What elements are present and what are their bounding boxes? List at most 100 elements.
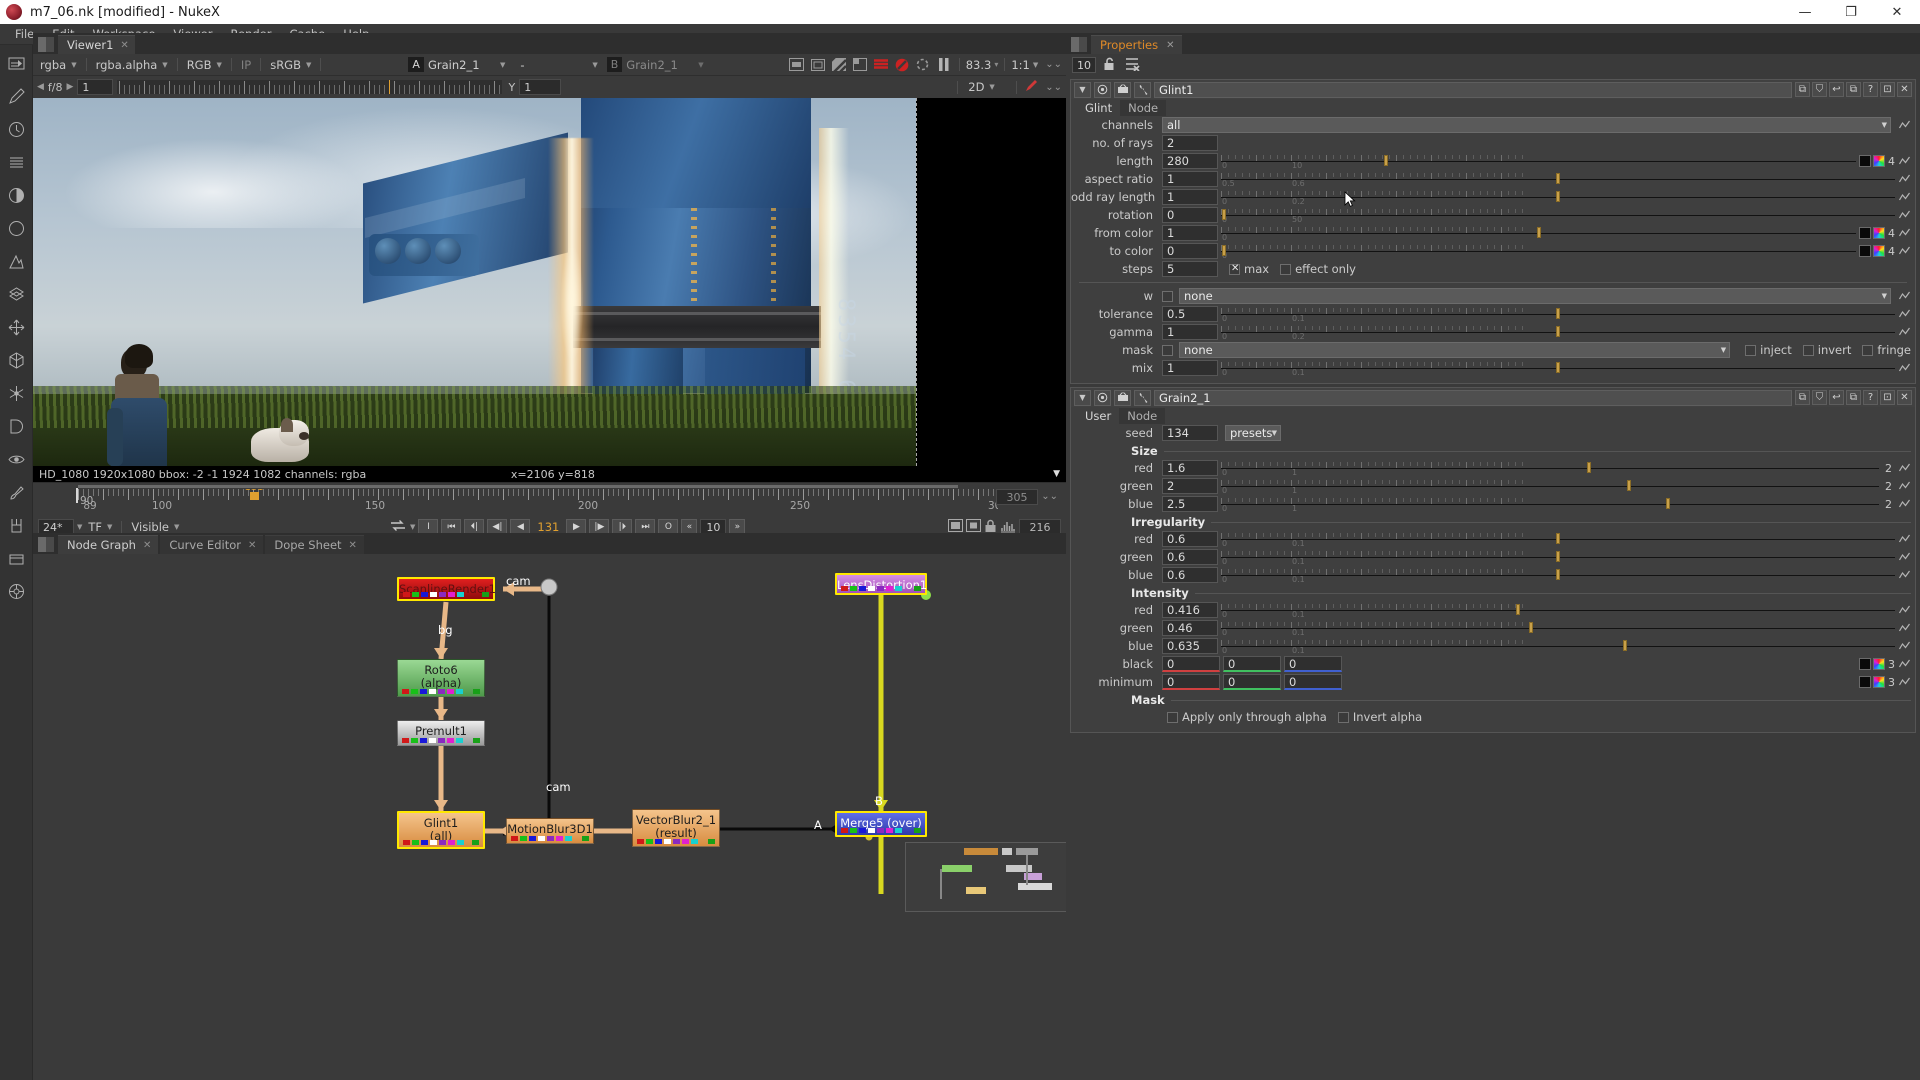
parameter-field[interactable]: 1 (1162, 324, 1218, 340)
bookmark-icon[interactable]: ⛉ (1812, 390, 1827, 405)
checkbox-icon[interactable] (1802, 344, 1814, 356)
keyer-node-icon[interactable] (4, 249, 28, 273)
checkbox-invert-alpha[interactable]: Invert alpha (1337, 710, 1422, 724)
dag-node[interactable]: VectorBlur2_1 (result) (632, 809, 720, 847)
slider-knob[interactable] (1556, 326, 1560, 337)
animation-curve-icon[interactable] (1898, 657, 1911, 671)
ruler-playhead[interactable] (389, 80, 391, 94)
color-wheel-icon[interactable] (1873, 227, 1885, 239)
color-swatch-black[interactable] (1859, 676, 1871, 688)
checkbox-icon[interactable] (1862, 344, 1874, 356)
pixel-aspect[interactable]: 1:1 (1011, 58, 1030, 72)
parameter-slider[interactable]: 0 (1221, 225, 1856, 242)
parameter-slider[interactable]: 050 (1221, 207, 1895, 224)
tab-properties[interactable]: Properties ✕ (1091, 35, 1182, 54)
color-wheel-icon[interactable] (1873, 676, 1885, 688)
bookmark-icon[interactable]: ⛉ (1812, 82, 1827, 97)
parameter-field-channel-0[interactable]: 0 (1162, 674, 1220, 690)
channel-selector[interactable]: rgba ▼ (37, 56, 80, 73)
panel-drag-handle-icon[interactable] (38, 537, 54, 552)
particles-node-icon[interactable] (4, 381, 28, 405)
parameter-field[interactable]: 2 (1162, 135, 1218, 151)
parameter-field[interactable]: 1 (1162, 225, 1218, 241)
animation-curve-icon[interactable] (1898, 621, 1911, 635)
colorspace-selector[interactable]: sRGB ▼ (267, 56, 315, 73)
panel-node-name-field[interactable]: Grain2_1 (1154, 389, 1792, 406)
parameter-slider[interactable]: 0 0.1 (1221, 638, 1895, 655)
fit-view-icon[interactable] (788, 56, 806, 74)
parameter-slider[interactable]: 0 0.1 (1221, 602, 1895, 619)
slider-knob[interactable] (1222, 209, 1227, 220)
tab-curve-editor[interactable]: Curve Editor ✕ (160, 535, 264, 554)
animation-curve-icon[interactable] (1898, 154, 1911, 168)
checkerboard-icon[interactable] (830, 56, 848, 74)
b-input-value[interactable]: Grain2_1 (626, 58, 694, 72)
dag-node[interactable]: Glint1 (all) (397, 811, 485, 849)
plugins-node-icon[interactable] (4, 579, 28, 603)
channel-node-icon[interactable] (4, 150, 28, 174)
animation-curve-icon[interactable] (1898, 550, 1911, 564)
revert-icon[interactable]: ↩ (1829, 390, 1844, 405)
slider-knob[interactable] (1556, 533, 1560, 544)
parameter-field[interactable]: 0.416 (1162, 602, 1218, 618)
viewer-link-icon[interactable] (1094, 389, 1111, 406)
animation-curve-icon[interactable] (1898, 325, 1911, 339)
panel-tab-glint[interactable]: Glint (1077, 100, 1121, 116)
chevron-down-icon[interactable]: ▼ (698, 61, 703, 69)
parameter-field[interactable]: 2.5 (1162, 496, 1218, 512)
seed-field[interactable]: 134 (1162, 425, 1218, 441)
color-wheel-icon[interactable] (1873, 658, 1885, 670)
parameter-field[interactable]: 5 (1162, 261, 1218, 277)
dag-node[interactable]: Roto6 (alpha) (397, 659, 485, 697)
checkbox-icon[interactable] (1745, 344, 1757, 356)
slider-knob[interactable] (1556, 551, 1560, 562)
parameter-field[interactable]: 0.635 (1162, 638, 1218, 654)
parameter-field-channel-0[interactable]: 0 (1162, 656, 1220, 672)
parameter-field-channel-1[interactable]: 0 (1223, 656, 1281, 672)
preview-icon[interactable] (1114, 389, 1131, 406)
max-panels-field[interactable]: 10 (1072, 57, 1096, 73)
parameter-field[interactable]: 1 (1162, 189, 1218, 205)
slider-knob[interactable] (1529, 622, 1534, 633)
checkbox-icon[interactable] (1229, 263, 1240, 275)
close-all-properties-icon[interactable] (1125, 57, 1141, 74)
parameter-slider[interactable]: 0 0.1 (1221, 306, 1895, 323)
dag-node[interactable]: LensDistortion1 (835, 573, 927, 595)
parameter-slider[interactable]: 0 0.1 (1221, 531, 1895, 548)
animation-curve-icon[interactable] (1898, 118, 1911, 132)
zoom-level[interactable]: 83.3 (966, 58, 992, 72)
color-node-icon[interactable] (4, 183, 28, 207)
float-icon[interactable]: ⊡ (1880, 82, 1895, 97)
parameter-slider[interactable]: 0 0.1 (1221, 567, 1895, 584)
expand-toolbar-icon[interactable]: ⌄⌄ (1045, 59, 1062, 70)
animation-curve-icon[interactable] (1898, 361, 1911, 375)
paint-node-icon[interactable] (4, 480, 28, 504)
parameter-slider[interactable]: 0 10 (1221, 153, 1856, 170)
panel-tab-user[interactable]: User (1077, 408, 1120, 424)
parameter-field-channel-1[interactable]: 0 (1223, 674, 1281, 690)
dag-camera-handle[interactable] (540, 578, 558, 596)
expand-timeline-icon[interactable]: ⌄⌄ (1041, 491, 1058, 502)
close-button[interactable]: ✕ (1874, 0, 1920, 24)
parameter-field[interactable]: 1 (1162, 171, 1218, 187)
parameter-slider[interactable]: 0 0.1 (1221, 549, 1895, 566)
color-wheel-icon[interactable] (1873, 155, 1885, 167)
slider-knob[interactable] (1536, 227, 1541, 238)
minimize-button[interactable]: — (1782, 0, 1828, 24)
parameter-field[interactable]: 1 (1162, 360, 1218, 376)
checkbox-icon[interactable] (1167, 711, 1178, 723)
current-frame-field[interactable]: 131 (533, 520, 563, 534)
node-link-icon[interactable]: ⧉ (1795, 390, 1810, 405)
parameter-field-channel-2[interactable]: 0 (1284, 674, 1342, 690)
pause-icon[interactable] (935, 56, 953, 74)
color-swatch-black[interactable] (1859, 245, 1871, 257)
close-panel-icon[interactable]: ✕ (1897, 82, 1912, 97)
animation-curve-icon[interactable] (1898, 603, 1911, 617)
checkbox-invert[interactable]: invert (1802, 343, 1851, 357)
close-icon[interactable]: ✕ (248, 540, 256, 551)
timeline-playhead[interactable] (250, 492, 259, 500)
parameter-slider[interactable]: 0 0.1 (1221, 360, 1895, 377)
settings-wrench-icon[interactable] (1134, 81, 1151, 98)
checkbox-fringe[interactable]: fringe (1862, 343, 1911, 357)
panel-drag-handle-icon[interactable] (38, 37, 54, 52)
